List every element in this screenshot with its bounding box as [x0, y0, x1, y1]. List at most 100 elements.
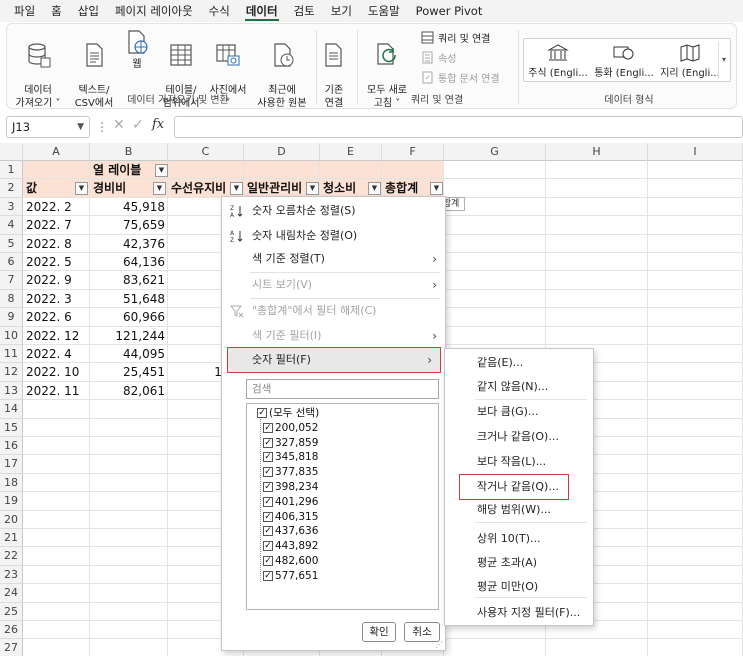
row-header-21[interactable]: 21 — [0, 529, 23, 548]
select-all-corner[interactable] — [0, 143, 23, 161]
row-header-16[interactable]: 16 — [0, 437, 23, 456]
column-header-b[interactable]: B — [90, 143, 168, 161]
row-header-24[interactable]: 24 — [0, 584, 23, 603]
name-box[interactable]: J13 ▼ — [6, 116, 90, 138]
checklist-item[interactable]: ✓ 437,636 — [263, 524, 318, 538]
number-filter-option[interactable]: 평균 초과(A) — [445, 551, 593, 575]
value-cell[interactable]: 82,061 — [93, 382, 168, 400]
row-header-22[interactable]: 22 — [0, 547, 23, 566]
checklist-item[interactable]: ✓ 482,600 — [263, 554, 318, 568]
sheet-view-item[interactable]: 시트 보기(V) › — [222, 273, 445, 297]
formula-input[interactable] — [174, 116, 743, 138]
tab-review[interactable]: 검토 — [286, 0, 323, 22]
number-filter-item[interactable]: 숫자 필터(F) › — [227, 347, 441, 373]
row-header-13[interactable]: 13 — [0, 381, 23, 401]
stocks-button[interactable]: 주식 (Engli... — [528, 43, 588, 79]
tab-home[interactable]: 홈 — [43, 0, 70, 22]
row-label-cell[interactable]: 2022. 3 — [26, 290, 90, 308]
checklist-item[interactable]: ✓ 577,651 — [263, 569, 318, 583]
row-header-19[interactable]: 19 — [0, 492, 23, 511]
number-filter-option[interactable]: 크거나 같음(O)... — [445, 425, 593, 449]
row-header-10[interactable]: 10 — [0, 326, 23, 345]
row-label-cell[interactable]: 2022. 5 — [26, 253, 90, 271]
row-header-9[interactable]: 9 — [0, 308, 23, 327]
row-label-cell[interactable]: 2022. 2 — [26, 198, 90, 216]
value-cell[interactable]: 64,136 — [93, 253, 168, 271]
checklist-item[interactable]: ✓ 200,052 — [263, 421, 318, 435]
filter-by-color-item[interactable]: 색 기준 필터(I) › — [222, 324, 445, 348]
row-header-14[interactable]: 14 — [0, 400, 23, 419]
sort-by-color-item[interactable]: 색 기준 정렬(T) › — [222, 247, 445, 271]
sort-ascending-item[interactable]: ZA 숫자 오름차순 정렬(S) — [222, 199, 445, 223]
row-header-8[interactable]: 8 — [0, 289, 23, 309]
row-label-cell[interactable]: 2022. 6 — [26, 308, 90, 326]
number-filter-option[interactable]: 해당 범위(W)... — [445, 498, 593, 522]
checklist-item[interactable]: ✓ 327,859 — [263, 436, 318, 450]
column-header-h[interactable]: H — [546, 143, 648, 161]
row-header-25[interactable]: 25 — [0, 602, 23, 621]
row-header-4[interactable]: 4 — [0, 216, 23, 235]
number-filter-option[interactable]: 보다 작음(L)... — [445, 450, 593, 474]
row-label-cell[interactable]: 2022. 11 — [26, 382, 90, 400]
checklist-item[interactable]: ✓ 398,234 — [263, 480, 318, 494]
checklist-item[interactable]: ✓ 345,818 — [263, 450, 318, 464]
checkbox-checked-icon[interactable]: ✓ — [263, 422, 273, 433]
checklist-item[interactable]: ✓ 443,892 — [263, 539, 318, 553]
checkbox-checked-icon[interactable]: ✓ — [263, 526, 273, 537]
checkbox-checked-icon[interactable]: ✓ — [257, 408, 267, 418]
row-header-6[interactable]: 6 — [0, 253, 23, 272]
value-cell[interactable]: 121,244 — [93, 327, 168, 345]
value-checklist[interactable]: ✓ (모두 선택) ✓ 200,052 ✓ 327,859 ✓ 345,818 ✓ 377,835… — [246, 403, 439, 610]
gallery-more-button[interactable]: ▾ — [718, 41, 729, 79]
checklist-item[interactable]: ✓ 401,296 — [263, 495, 318, 509]
value-cell[interactable]: 42,376 — [93, 235, 168, 253]
tab-help[interactable]: 도움말 — [360, 0, 408, 22]
column-header-f[interactable]: F — [382, 143, 444, 161]
ok-button[interactable]: 확인 — [362, 622, 396, 642]
checklist-item[interactable]: ✓ 406,315 — [263, 510, 318, 524]
row-header-20[interactable]: 20 — [0, 510, 23, 529]
value-cell[interactable]: 25,451 — [93, 363, 168, 381]
enter-icon[interactable]: ✓ — [132, 117, 144, 133]
insert-function-icon[interactable]: fx — [152, 117, 164, 132]
checkbox-checked-icon[interactable]: ✓ — [263, 556, 273, 566]
value-cell[interactable]: 83,621 — [93, 271, 168, 289]
header-e-filter-icon[interactable]: ▼ — [368, 182, 381, 196]
sort-descending-item[interactable]: AZ 숫자 내림차순 정렬(O) — [222, 224, 445, 248]
value-cell[interactable]: 51,648 — [93, 290, 168, 308]
number-filter-option[interactable]: 같음(E)... — [445, 351, 593, 375]
column-header-c[interactable]: C — [168, 143, 244, 161]
checkbox-checked-icon[interactable]: ✓ — [263, 496, 273, 507]
column-header-g[interactable]: G — [444, 143, 546, 161]
number-filter-option[interactable]: 상위 10(T)... — [445, 527, 593, 551]
checklist-item[interactable]: ✓ 377,835 — [263, 465, 318, 479]
row-header-17[interactable]: 17 — [0, 455, 23, 474]
row-header-11[interactable]: 11 — [0, 345, 23, 364]
row-label-cell[interactable]: 2022. 8 — [26, 235, 90, 253]
tab-power-pivot[interactable]: Power Pivot — [408, 0, 491, 22]
row-header-3[interactable]: 3 — [0, 197, 23, 217]
row-header-1[interactable]: 1 — [0, 161, 23, 180]
queries-connections-button[interactable]: 쿼리 및 연결 — [421, 30, 490, 45]
cancel-icon[interactable]: ✕ — [113, 117, 125, 133]
number-filter-option[interactable]: 평균 미만(O) — [445, 575, 593, 599]
row-header-5[interactable]: 5 — [0, 234, 23, 253]
row-header-26[interactable]: 26 — [0, 621, 23, 640]
header-f-filter-icon[interactable]: ▼ — [430, 182, 443, 196]
tab-insert[interactable]: 삽입 — [70, 0, 107, 22]
value-cell[interactable]: 60,966 — [93, 308, 168, 326]
tab-formulas[interactable]: 수식 — [201, 0, 238, 22]
number-filter-option[interactable]: 작거나 같음(Q)... — [459, 474, 569, 500]
geography-button[interactable]: 지리 (Engli... — [660, 43, 720, 79]
checkbox-checked-icon[interactable]: ✓ — [263, 541, 273, 552]
column-header-e[interactable]: E — [320, 143, 382, 161]
checkbox-checked-icon[interactable]: ✓ — [263, 570, 273, 581]
tab-page-layout[interactable]: 페이지 레이아웃 — [107, 0, 201, 22]
row-header-15[interactable]: 15 — [0, 418, 23, 437]
number-filter-option[interactable]: 사용자 지정 필터(F)... — [445, 601, 593, 625]
search-input[interactable]: 검색 — [246, 379, 439, 399]
row-header-18[interactable]: 18 — [0, 473, 23, 493]
resize-grip-icon[interactable]: ⋰ — [435, 640, 443, 649]
tab-file[interactable]: 파일 — [6, 0, 43, 22]
header-d-filter-icon[interactable]: ▼ — [306, 182, 319, 196]
